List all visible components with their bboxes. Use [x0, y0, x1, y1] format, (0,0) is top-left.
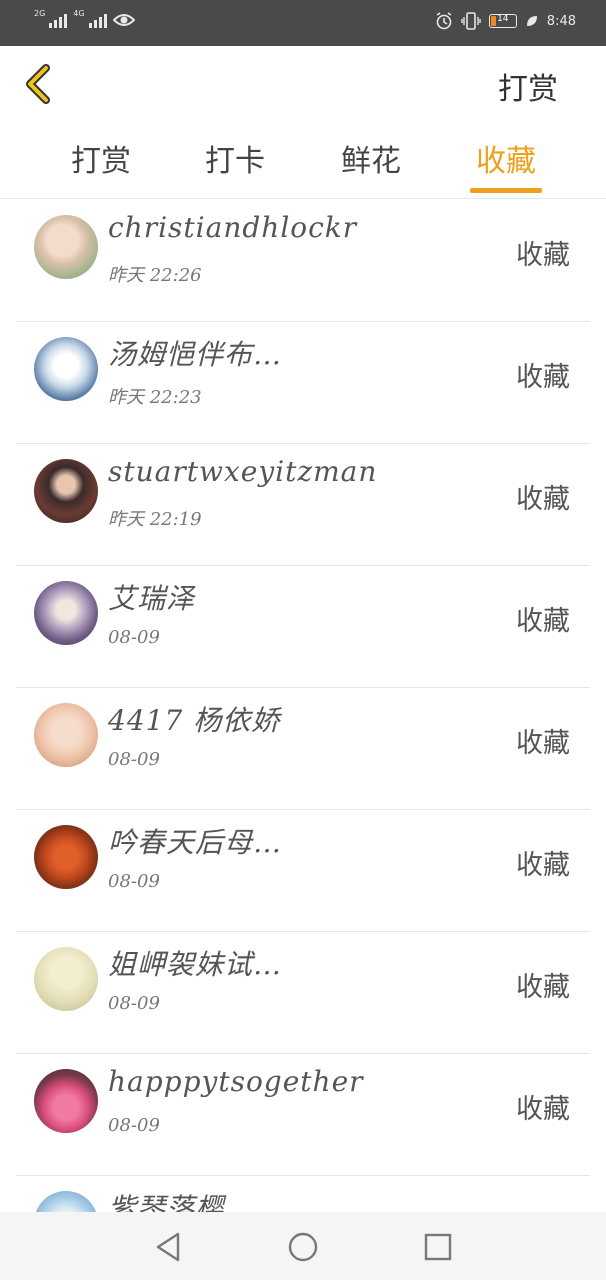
signal-bars-icon-2 [88, 12, 107, 28]
recents-square-icon[interactable] [421, 1230, 455, 1264]
user-name: 4417 杨依娇 [108, 704, 281, 737]
tab-favorites[interactable]: 收藏 [461, 136, 551, 180]
list-item[interactable]: 4417 杨依娇 08-09 收藏 [16, 687, 590, 810]
timestamp: 08-09 [108, 993, 160, 1014]
timestamp: 昨天 22:23 [108, 387, 202, 408]
favorite-label: 收藏 [516, 606, 570, 637]
signal-bars-icon [49, 12, 68, 28]
favorite-label: 收藏 [516, 972, 570, 1003]
avatar[interactable] [34, 337, 98, 401]
favorite-label: 收藏 [516, 850, 570, 881]
leaf-icon [526, 16, 537, 26]
user-name: 紫琴落樱 [108, 1192, 225, 1212]
vibrate-icon [461, 12, 481, 30]
user-name: happpytsogether [108, 1065, 364, 1098]
tab-active-indicator [470, 188, 542, 193]
timestamp: 昨天 22:26 [108, 265, 202, 286]
network-type-label-2: 4G [73, 9, 85, 18]
favorite-label: 收藏 [516, 1094, 570, 1125]
list-item[interactable]: 姐岬袈妹试… 08-09 收藏 [16, 931, 590, 1054]
battery-level: 14 [497, 14, 509, 24]
tab-reward[interactable]: 打赏 [56, 136, 146, 180]
list-item[interactable]: christiandhlockr 昨天 22:26 收藏 [16, 199, 590, 322]
timestamp: 08-09 [108, 1115, 160, 1136]
timestamp: 08-09 [108, 749, 160, 770]
back-triangle-icon[interactable] [152, 1230, 186, 1264]
list-item[interactable]: 吟春天后母… 08-09 收藏 [16, 809, 590, 932]
avatar[interactable] [34, 947, 98, 1011]
tab-bar: 打赏 打卡 鲜花 收藏 [0, 124, 606, 199]
avatar[interactable] [34, 825, 98, 889]
tab-checkin[interactable]: 打卡 [190, 136, 280, 180]
list-item[interactable]: stuartwxeyitzman 昨天 22:19 收藏 [16, 443, 590, 566]
app-header: 打赏 [0, 46, 606, 124]
list-item[interactable]: happpytsogether 08-09 收藏 [16, 1053, 590, 1176]
status-bar: 2G 4G 14 8:48 [0, 0, 606, 46]
timestamp: 昨天 22:19 [108, 509, 202, 530]
user-name: stuartwxeyitzman [108, 455, 378, 488]
page-title: 打赏 [498, 72, 558, 107]
avatar[interactable] [34, 703, 98, 767]
tab-flowers[interactable]: 鲜花 [326, 136, 416, 180]
favorite-label: 收藏 [516, 240, 570, 271]
avatar[interactable] [34, 581, 98, 645]
avatar[interactable] [34, 1069, 98, 1133]
avatar[interactable] [34, 459, 98, 523]
list-item[interactable]: 紫琴落樱 [16, 1175, 590, 1212]
user-name: 吟春天后母… [108, 826, 283, 859]
status-right: 14 8:48 [435, 12, 576, 30]
network-type-label: 2G [34, 9, 46, 18]
timestamp: 08-09 [108, 627, 160, 648]
list-item[interactable]: 艾瑞泽 08-09 收藏 [16, 565, 590, 688]
favorites-list: christiandhlockr 昨天 22:26 收藏 汤姆悒伴布… 昨天 2… [0, 199, 606, 1212]
eye-icon [112, 14, 135, 26]
favorite-label: 收藏 [516, 362, 570, 393]
favorite-label: 收藏 [516, 728, 570, 759]
list-item[interactable]: 汤姆悒伴布… 昨天 22:23 收藏 [16, 321, 590, 444]
user-name: 汤姆悒伴布… [108, 338, 283, 371]
avatar[interactable] [34, 215, 98, 279]
system-nav-bar [0, 1212, 606, 1280]
favorite-label: 收藏 [516, 484, 570, 515]
alarm-icon [436, 12, 452, 30]
status-left: 2G 4G [34, 9, 135, 28]
clock: 8:48 [546, 13, 576, 29]
timestamp: 08-09 [108, 871, 160, 892]
back-button[interactable] [20, 60, 64, 108]
home-circle-icon[interactable] [286, 1230, 320, 1264]
user-name: christiandhlockr [108, 211, 358, 244]
user-name: 姐岬袈妹试… [108, 948, 283, 981]
user-name: 艾瑞泽 [108, 582, 196, 615]
avatar[interactable] [34, 1191, 98, 1212]
chevron-left-icon [26, 64, 50, 104]
battery-icon: 14 [488, 14, 517, 28]
